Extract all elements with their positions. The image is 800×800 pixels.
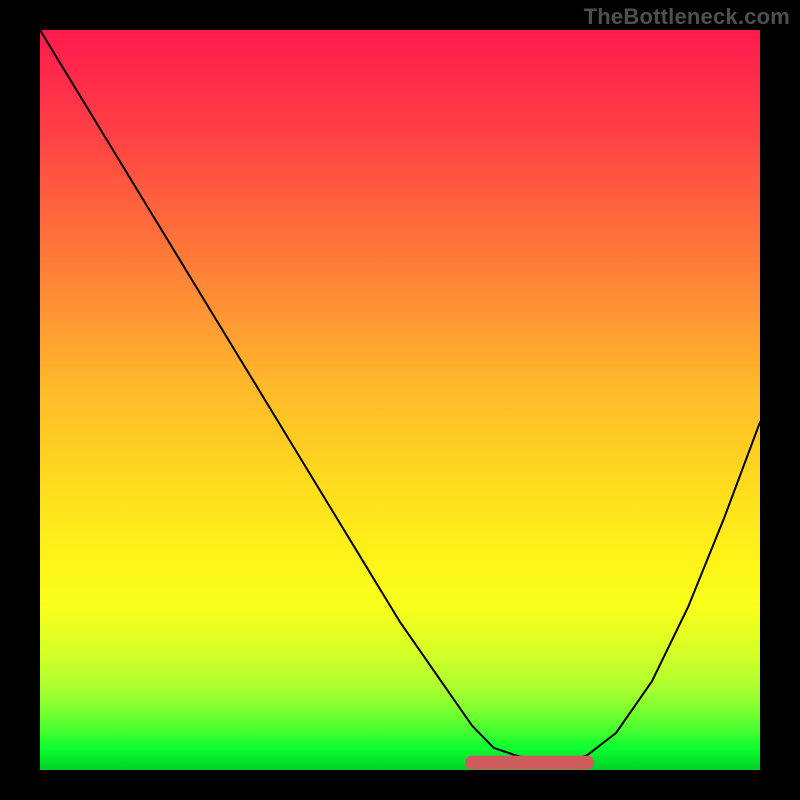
plot-area [40,30,760,770]
chart-svg [40,30,760,770]
attribution-label: TheBottleneck.com [584,4,790,30]
chart-frame: TheBottleneck.com [0,0,800,800]
bottleneck-curve [40,30,760,763]
